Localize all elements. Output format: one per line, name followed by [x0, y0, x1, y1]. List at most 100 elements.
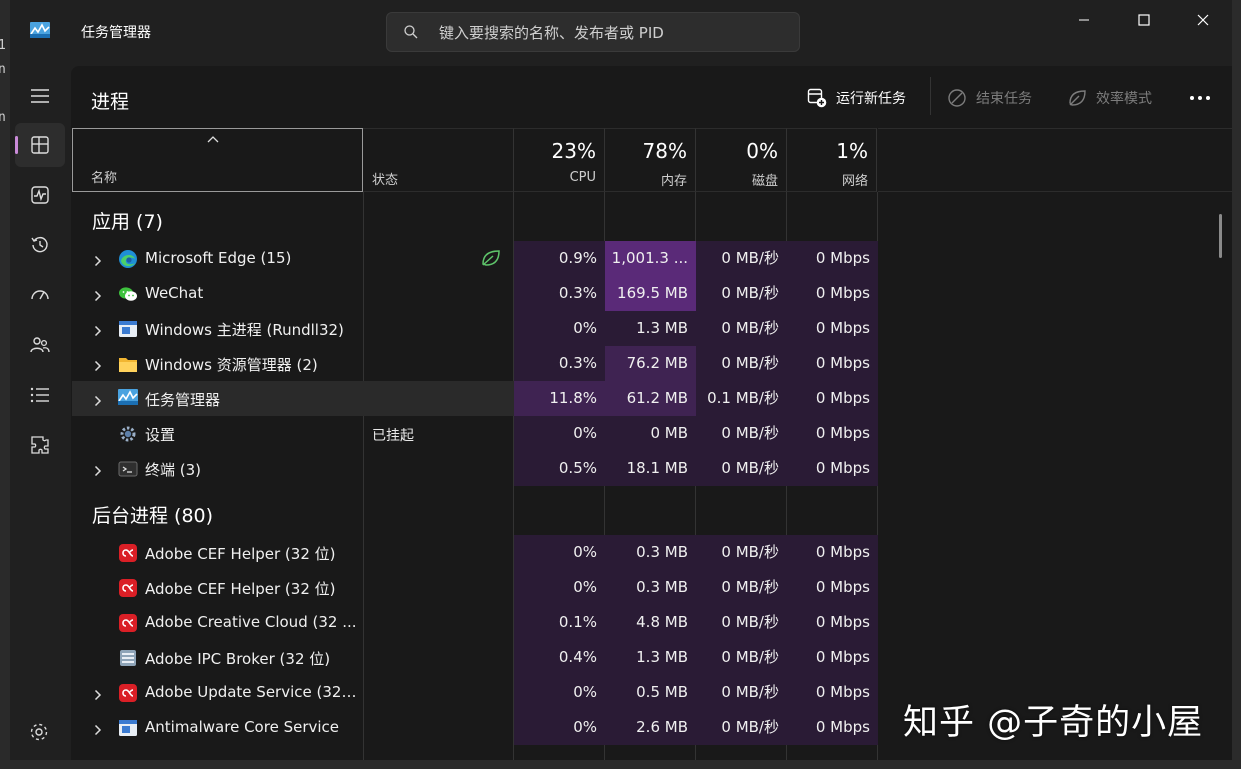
processes-panel: 进程 运行新任务 结束任务 效率模式 名称 状态 23% CPU 78% 内存 … — [71, 66, 1232, 760]
network-total-percent: 1% — [836, 139, 868, 163]
disk-value: 0 MB/秒 — [696, 416, 787, 451]
cpu-value: 11.8% — [514, 381, 605, 416]
memory-total-percent: 78% — [642, 139, 687, 163]
column-header-network[interactable]: 1% 网络 — [786, 128, 877, 192]
process-name: Adobe CEF Helper (32 位) — [145, 545, 336, 563]
nav-app-history[interactable] — [15, 223, 65, 267]
expand-row-button[interactable] — [94, 462, 102, 481]
nav-processes[interactable] — [15, 123, 65, 167]
expand-row-button[interactable] — [94, 287, 102, 306]
column-header-disk[interactable]: 0% 磁盘 — [695, 128, 786, 192]
more-options-button[interactable] — [1189, 86, 1220, 110]
process-name: Adobe Update Service (32 ... — [145, 683, 357, 701]
process-row[interactable]: Microsoft Edge (15) 0.9% 1,001.3 ... 0 MB/秒… — [72, 241, 878, 276]
vertical-scrollbar-thumb[interactable] — [1219, 214, 1222, 258]
page-title: 进程 — [91, 91, 130, 113]
process-row[interactable]: 设置 已挂起 0% 0 MB 0 MB/秒 0 Mbps — [72, 416, 878, 451]
search-input[interactable] — [437, 21, 781, 45]
cpu-value: 0.4% — [514, 640, 605, 675]
cpu-value: 0.1% — [514, 605, 605, 640]
network-value: 0 Mbps — [787, 640, 878, 675]
expand-row-button[interactable] — [94, 721, 102, 740]
nav-details[interactable] — [15, 373, 65, 417]
window-edge-right — [1232, 0, 1241, 769]
cpu-value: 0.5% — [514, 451, 605, 486]
window-app-icon — [118, 319, 138, 339]
network-value: 0 Mbps — [787, 675, 878, 710]
process-row[interactable]: Windows 主进程 (Rundll32) 0% 1.3 MB 0 MB/秒 0 Mb… — [72, 311, 878, 346]
process-name: 设置 — [145, 426, 176, 444]
cpu-value: 0% — [514, 570, 605, 605]
section-header: 后台进程 (80) — [92, 505, 214, 527]
process-row[interactable]: Windows 资源管理器 (2) 0.3% 76.2 MB 0 MB/秒 0 Mbps — [72, 346, 878, 381]
nav-menu-button[interactable] — [15, 74, 65, 118]
disk-value: 0 MB/秒 — [696, 605, 787, 640]
chevron-right-icon[interactable] — [94, 465, 102, 477]
network-column-label: 网络 — [841, 174, 868, 189]
memory-value: 0.3 MB — [605, 535, 696, 570]
chevron-right-icon[interactable] — [94, 360, 102, 372]
search-box[interactable] — [386, 12, 800, 52]
expand-row-button[interactable] — [94, 392, 102, 411]
app-history-icon — [31, 236, 48, 253]
cpu-value: 0.3% — [514, 346, 605, 381]
process-row[interactable]: 终端 (3) 0.5% 18.1 MB 0 MB/秒 0 Mbps — [72, 451, 878, 486]
memory-value: 2.6 MB — [605, 710, 696, 745]
disk-value: 0 MB/秒 — [696, 346, 787, 381]
column-header-status[interactable]: 状态 — [363, 128, 513, 192]
nav-services[interactable] — [15, 423, 65, 467]
disk-value: 0 MB/秒 — [696, 311, 787, 346]
process-row[interactable]: Antimalware Core Service 0% 2.6 MB 0 MB/秒 0 … — [72, 710, 878, 745]
process-name: 终端 (3) — [145, 461, 202, 479]
expand-row-button[interactable] — [94, 357, 102, 376]
cpu-value: 0.3% — [514, 276, 605, 311]
close-button[interactable] — [1174, 0, 1232, 40]
disk-value: 0 MB/秒 — [696, 241, 787, 276]
efficiency-leaf-icon — [482, 250, 500, 266]
column-header-memory[interactable]: 78% 内存 — [604, 128, 695, 192]
details-icon — [30, 387, 49, 403]
chevron-right-icon[interactable] — [94, 325, 102, 337]
end-task-icon — [948, 89, 966, 107]
nav-users[interactable] — [15, 323, 65, 367]
services-icon — [31, 436, 49, 454]
process-row[interactable]: Adobe Creative Cloud (32 ... 0.1% 4.8 MB 0 … — [72, 605, 878, 640]
chevron-right-icon[interactable] — [94, 689, 102, 701]
process-row[interactable]: Adobe CEF Helper (32 位) 0% 0.3 MB 0 MB/秒 0 M… — [72, 570, 878, 605]
chevron-right-icon[interactable] — [94, 255, 102, 267]
column-header-name[interactable]: 名称 — [72, 128, 363, 192]
process-row[interactable]: Adobe CEF Helper (32 位) 0% 0.3 MB 0 MB/秒 0 M… — [72, 535, 878, 570]
nav-performance[interactable] — [15, 173, 65, 217]
nav-startup-apps[interactable] — [15, 273, 65, 317]
settings-button[interactable] — [29, 722, 49, 746]
process-row[interactable]: Adobe Update Service (32 ... 0% 0.5 MB 0 MB… — [72, 675, 878, 710]
column-header-cpu[interactable]: 23% CPU — [513, 128, 604, 192]
run-new-task-button[interactable]: 运行新任务 — [807, 86, 906, 110]
chevron-right-icon[interactable] — [94, 395, 102, 407]
efficiency-mode-button[interactable]: 效率模式 — [1067, 86, 1152, 110]
disk-column-label: 磁盘 — [751, 174, 778, 189]
adobe-cc-icon — [118, 543, 138, 563]
efficiency-leaf-icon — [1069, 90, 1086, 106]
panel-header: 进程 运行新任务 结束任务 效率模式 — [71, 66, 1232, 128]
minimize-button[interactable] — [1055, 0, 1113, 40]
chevron-right-icon[interactable] — [94, 290, 102, 302]
cpu-value: 0% — [514, 675, 605, 710]
folder-icon — [118, 354, 138, 374]
chevron-right-icon[interactable] — [94, 724, 102, 736]
process-row[interactable]: WeChat 0.3% 169.5 MB 0 MB/秒 0 Mbps — [72, 276, 878, 311]
process-name: Adobe IPC Broker (32 位) — [145, 650, 331, 668]
cpu-value: 0.9% — [514, 241, 605, 276]
maximize-button[interactable] — [1115, 0, 1173, 40]
process-row[interactable]: 任务管理器 11.8% 61.2 MB 0.1 MB/秒 0 Mbps — [72, 381, 878, 416]
run-new-task-label: 运行新任务 — [836, 91, 906, 107]
network-value: 0 Mbps — [787, 416, 878, 451]
end-task-button[interactable]: 结束任务 — [947, 86, 1032, 110]
window-edge-bottom — [0, 760, 1241, 769]
process-row[interactable]: Adobe IPC Broker (32 位) 0.4% 1.3 MB 0 MB/秒 0… — [72, 640, 878, 675]
expand-row-button[interactable] — [94, 252, 102, 271]
expand-row-button[interactable] — [94, 686, 102, 705]
window-app-icon — [118, 718, 138, 738]
minimize-icon — [1079, 19, 1089, 21]
expand-row-button[interactable] — [94, 322, 102, 341]
